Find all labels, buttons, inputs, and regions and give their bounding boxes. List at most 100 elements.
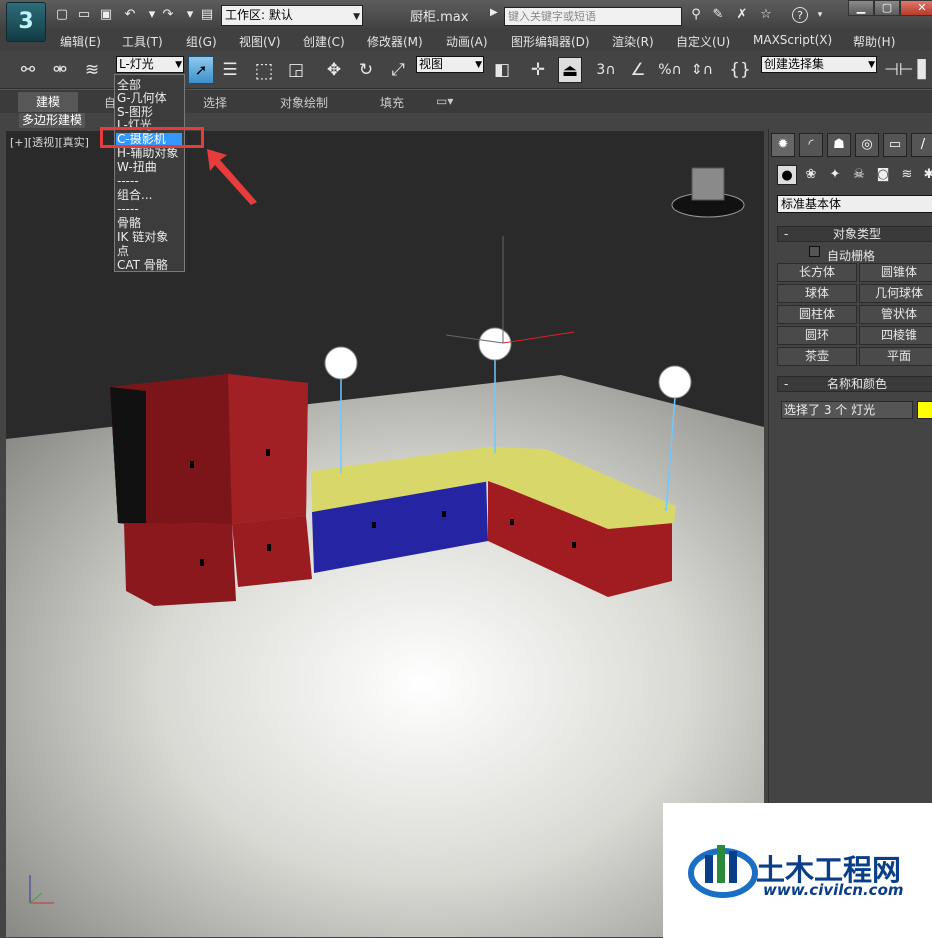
scale-icon[interactable]: ⤢ — [386, 57, 410, 83]
autogrid-checkbox[interactable] — [809, 246, 820, 257]
selection-filter-dropdown[interactable]: 全部 G-几何体 S-图形 L-灯光 C-摄影机 H-辅助对象 W-扭曲 ---… — [114, 74, 185, 272]
box-button[interactable]: 长方体 — [777, 263, 857, 282]
align-icon[interactable]: ▋ — [912, 57, 932, 83]
filter-option-combos[interactable]: 组合... — [117, 189, 152, 202]
binoculars-icon[interactable]: ⚲ — [688, 7, 704, 23]
menu-rendering[interactable]: 渲染(R) — [612, 33, 654, 50]
angle-snap-icon[interactable]: ∠ — [626, 57, 650, 83]
lights-icon[interactable]: ✦ — [825, 165, 845, 185]
tab-object-paint[interactable]: 对象绘制 — [280, 94, 328, 111]
helpers-icon[interactable]: ◙ — [873, 165, 893, 185]
redo-icon[interactable]: ↷ — [160, 7, 176, 23]
help-dropdown-icon[interactable]: ▾ — [812, 7, 828, 23]
spinner-snap-icon[interactable]: ⇕∩ — [690, 57, 714, 83]
systems-icon[interactable]: ✱ — [919, 165, 932, 185]
cameras-icon[interactable]: ☠ — [849, 165, 869, 185]
plane-button[interactable]: 平面 — [859, 347, 932, 366]
hierarchy-tab-icon[interactable]: ☗ — [827, 133, 851, 157]
create-tab-icon[interactable]: ✹ — [771, 133, 795, 157]
redo-dropdown-icon[interactable]: ▾ — [182, 7, 198, 23]
menu-edit[interactable]: 编辑(E) — [60, 33, 101, 50]
omni-light-3[interactable] — [658, 365, 692, 399]
modify-tab-icon[interactable]: ◜ — [799, 133, 823, 157]
filter-option-point[interactable]: 点 — [117, 245, 129, 258]
tools-icon[interactable]: ✎ — [710, 7, 726, 23]
search-expand-icon[interactable]: ▶ — [490, 7, 498, 18]
polygon-modeling-label[interactable]: 多边形建模 — [19, 113, 86, 128]
undo-icon[interactable]: ↶ — [122, 7, 138, 23]
menu-views[interactable]: 视图(V) — [239, 33, 281, 50]
cone-button[interactable]: 圆锥体 — [859, 263, 932, 282]
space-warps-icon[interactable]: ≋ — [897, 165, 917, 185]
unlink-icon[interactable]: ⚮ — [48, 57, 72, 83]
rotate-icon[interactable]: ↻ — [354, 57, 378, 83]
menu-help[interactable]: 帮助(H) — [853, 33, 895, 50]
pivot-center-icon[interactable]: ◧ — [490, 57, 514, 83]
project-folder-icon[interactable]: ▤ — [199, 7, 215, 23]
new-file-icon[interactable]: ▢ — [54, 7, 70, 23]
torus-button[interactable]: 圆环 — [777, 326, 857, 345]
viewport-label[interactable]: [+][透视][真实] — [10, 134, 89, 150]
tube-button[interactable]: 管状体 — [859, 305, 932, 324]
keyboard-shortcut-override-icon[interactable]: ⏏ — [558, 57, 582, 83]
selection-filter-select[interactable]: L-灯光 ▼ — [116, 56, 184, 73]
favorites-star-icon[interactable]: ☆ — [758, 7, 774, 23]
menu-group[interactable]: 组(G) — [186, 33, 217, 50]
window-crossing-icon[interactable]: ◲ — [284, 57, 308, 83]
menu-animation[interactable]: 动画(A) — [446, 33, 488, 50]
save-icon[interactable]: ▣ — [98, 7, 114, 23]
help-icon[interactable]: ? — [792, 7, 808, 23]
filter-option-helpers[interactable]: H-辅助对象 — [117, 147, 178, 160]
app-logo-icon[interactable]: 3 — [6, 2, 46, 42]
communication-center-icon[interactable]: ✗ — [734, 7, 750, 23]
tab-selection[interactable]: 选择 — [203, 94, 227, 111]
minimize-button[interactable]: ▁ — [848, 0, 874, 16]
primitive-type-select[interactable]: 标准基本体 — [777, 195, 932, 213]
select-object-button[interactable]: ➚ — [188, 56, 214, 84]
geometry-icon[interactable]: ● — [777, 165, 797, 185]
omni-light-2[interactable] — [478, 327, 512, 361]
shapes-icon[interactable]: ❀ — [801, 165, 821, 185]
menu-create[interactable]: 创建(C) — [303, 33, 345, 50]
snaps-toggle-icon[interactable]: 3∩ — [594, 57, 618, 83]
bind-space-warp-icon[interactable]: ≋ — [80, 57, 104, 83]
filter-option-geometry[interactable]: G-几何体 — [117, 92, 167, 105]
teapot-button[interactable]: 茶壶 — [777, 347, 857, 366]
ribbon-options-icon[interactable]: ▭▾ — [436, 94, 453, 108]
search-input[interactable]: 键入关键字或短语 — [504, 7, 682, 26]
open-file-icon[interactable]: ▭ — [76, 7, 92, 23]
menu-customize[interactable]: 自定义(U) — [676, 33, 730, 50]
filter-option-bones[interactable]: 骨骼 — [117, 217, 141, 230]
pyramid-button[interactable]: 四棱锥 — [859, 326, 932, 345]
menu-tools[interactable]: 工具(T) — [122, 33, 163, 50]
menu-maxscript[interactable]: MAXScript(X) — [753, 33, 832, 47]
geosphere-button[interactable]: 几何球体 — [859, 284, 932, 303]
undo-dropdown-icon[interactable]: ▾ — [144, 7, 160, 23]
close-button[interactable]: ✕ — [900, 0, 932, 16]
workspace-select[interactable]: 工作区: 默认 ▼ — [221, 5, 363, 26]
object-color-swatch[interactable] — [917, 401, 932, 419]
display-tab-icon[interactable]: ▭ — [883, 133, 907, 157]
named-selection-set-select[interactable]: 创建选择集 ▼ — [761, 56, 877, 73]
percent-snap-icon[interactable]: %∩ — [658, 57, 682, 83]
filter-option-warps[interactable]: W-扭曲 — [117, 161, 157, 174]
object-type-rollout[interactable]: - 对象类型 — [777, 226, 932, 242]
tab-modeling[interactable]: 建模 — [18, 92, 78, 112]
filter-option-cat-bone[interactable]: CAT 骨骼 — [117, 259, 168, 272]
object-name-field[interactable]: 选择了 3 个 灯光 — [781, 401, 913, 419]
motion-tab-icon[interactable]: ◎ — [855, 133, 879, 157]
menu-graph-editors[interactable]: 图形编辑器(D) — [511, 33, 590, 50]
menu-modifiers[interactable]: 修改器(M) — [367, 33, 423, 50]
utilities-tab-icon[interactable]: / — [911, 133, 932, 157]
select-by-name-icon[interactable]: ☰ — [218, 57, 242, 83]
mirror-icon[interactable]: ⊣⊢ — [884, 57, 914, 83]
sphere-button[interactable]: 球体 — [777, 284, 857, 303]
select-manipulate-icon[interactable]: ✛ — [526, 57, 550, 83]
rectangular-selection-icon[interactable]: ⬚ — [252, 57, 276, 83]
filter-option-ik-chain[interactable]: IK 链对象 — [117, 231, 168, 244]
cylinder-button[interactable]: 圆柱体 — [777, 305, 857, 324]
reference-coordinate-select[interactable]: 视图 ▼ — [416, 56, 484, 73]
edit-named-selection-icon[interactable]: {} — [728, 57, 752, 83]
move-icon[interactable]: ✥ — [322, 57, 346, 83]
link-icon[interactable]: ⚯ — [16, 57, 40, 83]
